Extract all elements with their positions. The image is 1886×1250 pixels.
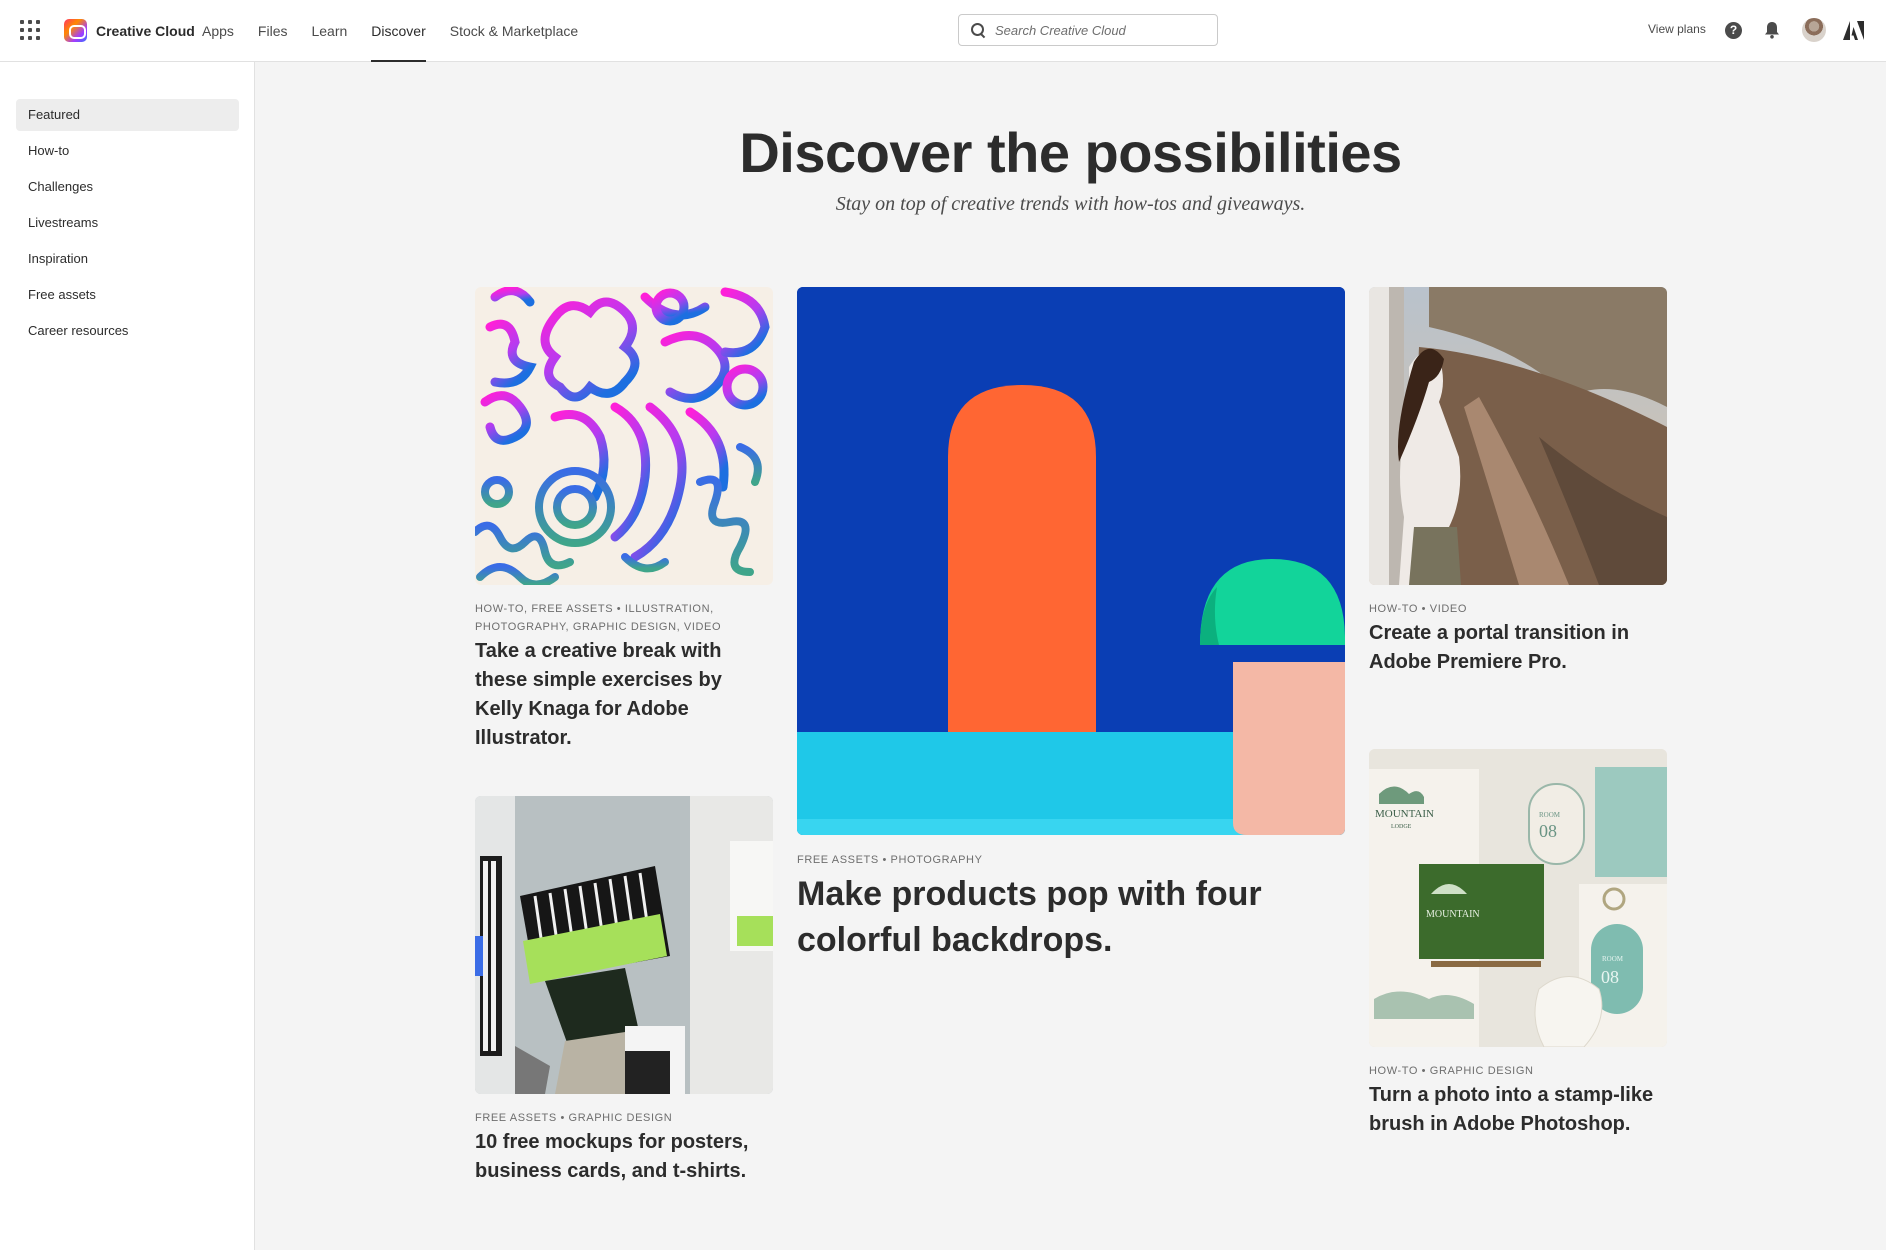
mockup-tag-room-no: 08 xyxy=(1539,821,1557,841)
article-card[interactable]: How-to • Video Create a portal transitio… xyxy=(1369,287,1667,687)
nav-apps[interactable]: Apps xyxy=(202,0,234,62)
mockup-lodge-sub-text: LODGE xyxy=(1391,824,1412,830)
sidebar-item-challenges[interactable]: Challenges xyxy=(16,171,239,203)
avatar[interactable] xyxy=(1802,18,1826,42)
bell-icon[interactable] xyxy=(1764,21,1780,39)
adobe-logo-icon[interactable] xyxy=(1843,21,1864,40)
card-title[interactable]: Turn a photo into a stamp-like brush in … xyxy=(1369,1081,1667,1139)
card-title[interactable]: Take a creative break with these simple … xyxy=(475,637,773,753)
card-image-lodge-branding: MOUNTAIN LODGE MOUNTAIN ROOM 08 ROOM 08 xyxy=(1369,749,1667,1047)
sidebar-item-inspiration[interactable]: Inspiration xyxy=(16,243,239,275)
top-bar: Creative Cloud Apps Files Learn Discover… xyxy=(0,0,1886,62)
page-subtitle: Stay on top of creative trends with how-… xyxy=(835,193,1306,215)
sidebar-item-featured[interactable]: Featured xyxy=(16,99,239,131)
creative-cloud-logo-icon xyxy=(64,19,87,42)
nav-stock-marketplace[interactable]: Stock & Marketplace xyxy=(450,0,578,62)
mockup-tag2-room-no: 08 xyxy=(1601,967,1619,987)
mockup-tag-room-text: ROOM xyxy=(1539,811,1561,819)
nav-files[interactable]: Files xyxy=(258,0,288,62)
mockup-card-text: MOUNTAIN xyxy=(1426,909,1480,920)
article-card-featured[interactable]: Free assets • Photography Make products … xyxy=(797,287,1345,967)
card-tags: Free assets • Photography xyxy=(797,854,983,866)
sidebar-item-free-assets[interactable]: Free assets xyxy=(16,279,239,311)
search-input[interactable] xyxy=(995,22,1205,38)
sidebar-item-career-resources[interactable]: Career resources xyxy=(16,315,239,347)
sidebar: Featured How-to Challenges Livestreams I… xyxy=(0,62,255,1250)
nav-discover[interactable]: Discover xyxy=(371,0,427,62)
app-grid-icon[interactable] xyxy=(20,20,40,40)
mockup-lodge-text: MOUNTAIN xyxy=(1375,808,1434,820)
sidebar-item-livestreams[interactable]: Livestreams xyxy=(16,207,239,239)
help-icon[interactable]: ? xyxy=(1725,22,1742,39)
article-card[interactable]: Free assets • Graphic design 10 free moc… xyxy=(475,796,773,1196)
mockup-tag2-room-text: ROOM xyxy=(1602,955,1624,963)
card-title[interactable]: Create a portal transition in Adobe Prem… xyxy=(1369,619,1667,677)
card-tags: How-to • Graphic design xyxy=(1369,1065,1534,1077)
page-title: Discover the possibilities xyxy=(739,121,1402,184)
search-box[interactable] xyxy=(958,14,1218,46)
card-image-mountain-path xyxy=(1369,287,1667,585)
search-icon xyxy=(971,23,985,37)
nav-learn[interactable]: Learn xyxy=(311,0,347,62)
card-title[interactable]: 10 free mockups for posters, business ca… xyxy=(475,1128,773,1186)
card-image-line-pattern xyxy=(475,287,773,585)
brand[interactable]: Creative Cloud xyxy=(64,19,195,42)
main-nav: Apps Files Learn Discover Stock & Market… xyxy=(202,0,602,62)
card-image-backdrops xyxy=(797,287,1345,835)
sidebar-item-how-to[interactable]: How-to xyxy=(16,135,239,167)
card-image-poster-mockup xyxy=(475,796,773,1094)
card-tags: How-to, Free assets • Illustration, Phot… xyxy=(475,603,722,633)
brand-name: Creative Cloud xyxy=(96,22,195,39)
card-title[interactable]: Make products pop with four colorful bac… xyxy=(797,871,1345,963)
card-tags: Free assets • Graphic design xyxy=(475,1112,673,1124)
view-plans-link[interactable]: View plans xyxy=(1648,22,1706,36)
article-card[interactable]: How-to, Free assets • Illustration, Phot… xyxy=(475,287,773,749)
article-card[interactable]: MOUNTAIN LODGE MOUNTAIN ROOM 08 ROOM 08 … xyxy=(1369,749,1667,1149)
card-tags: How-to • Video xyxy=(1369,603,1468,615)
